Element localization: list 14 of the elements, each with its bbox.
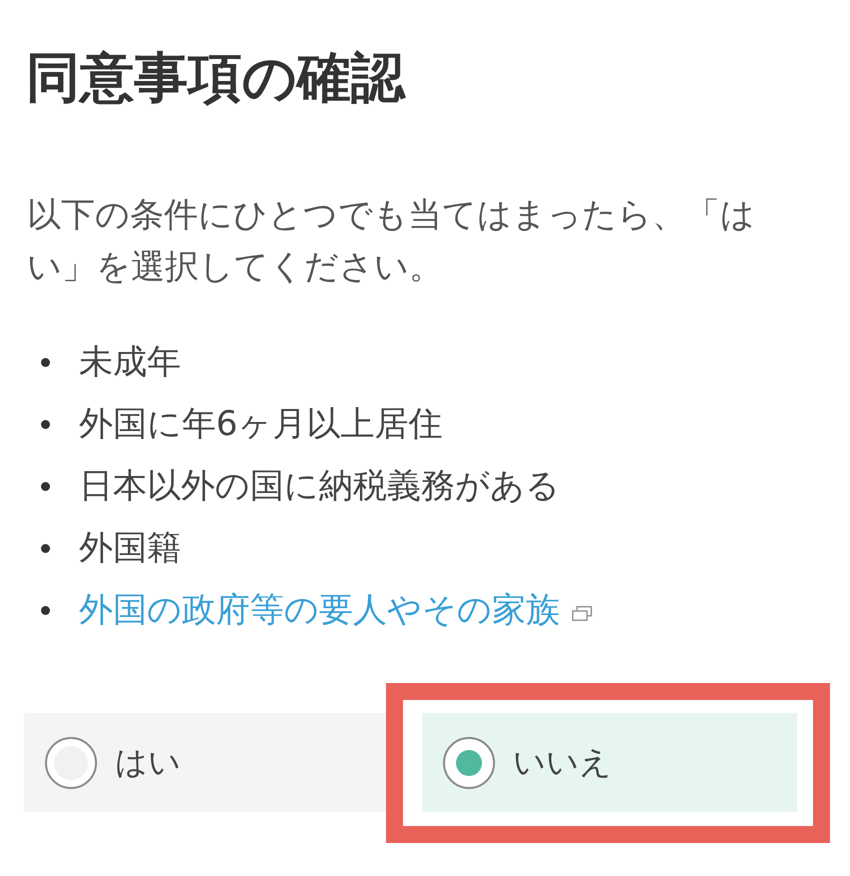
bullet-icon xyxy=(41,482,50,490)
radio-option[interactable]: はい xyxy=(24,713,386,812)
external-link-icon xyxy=(572,606,592,620)
page-title: 同意事項の確認 xyxy=(26,46,405,110)
bullet-icon xyxy=(41,420,50,428)
condition-text: 未成年 xyxy=(79,341,181,384)
condition-text: 外国に年6ヶ月以上居住 xyxy=(79,403,443,446)
instruction-text: 以下の条件にひとつでも当てはまったら、「はい」を選択してください。 xyxy=(27,194,756,289)
condition-text: 外国籍 xyxy=(79,527,181,570)
bullet-icon xyxy=(41,606,50,614)
condition-text: 日本以外の国に納税義務がある xyxy=(79,465,560,508)
radio-option[interactable]: いいえ xyxy=(422,713,797,812)
bullet-icon xyxy=(41,358,50,366)
bullet-icon xyxy=(41,544,50,552)
